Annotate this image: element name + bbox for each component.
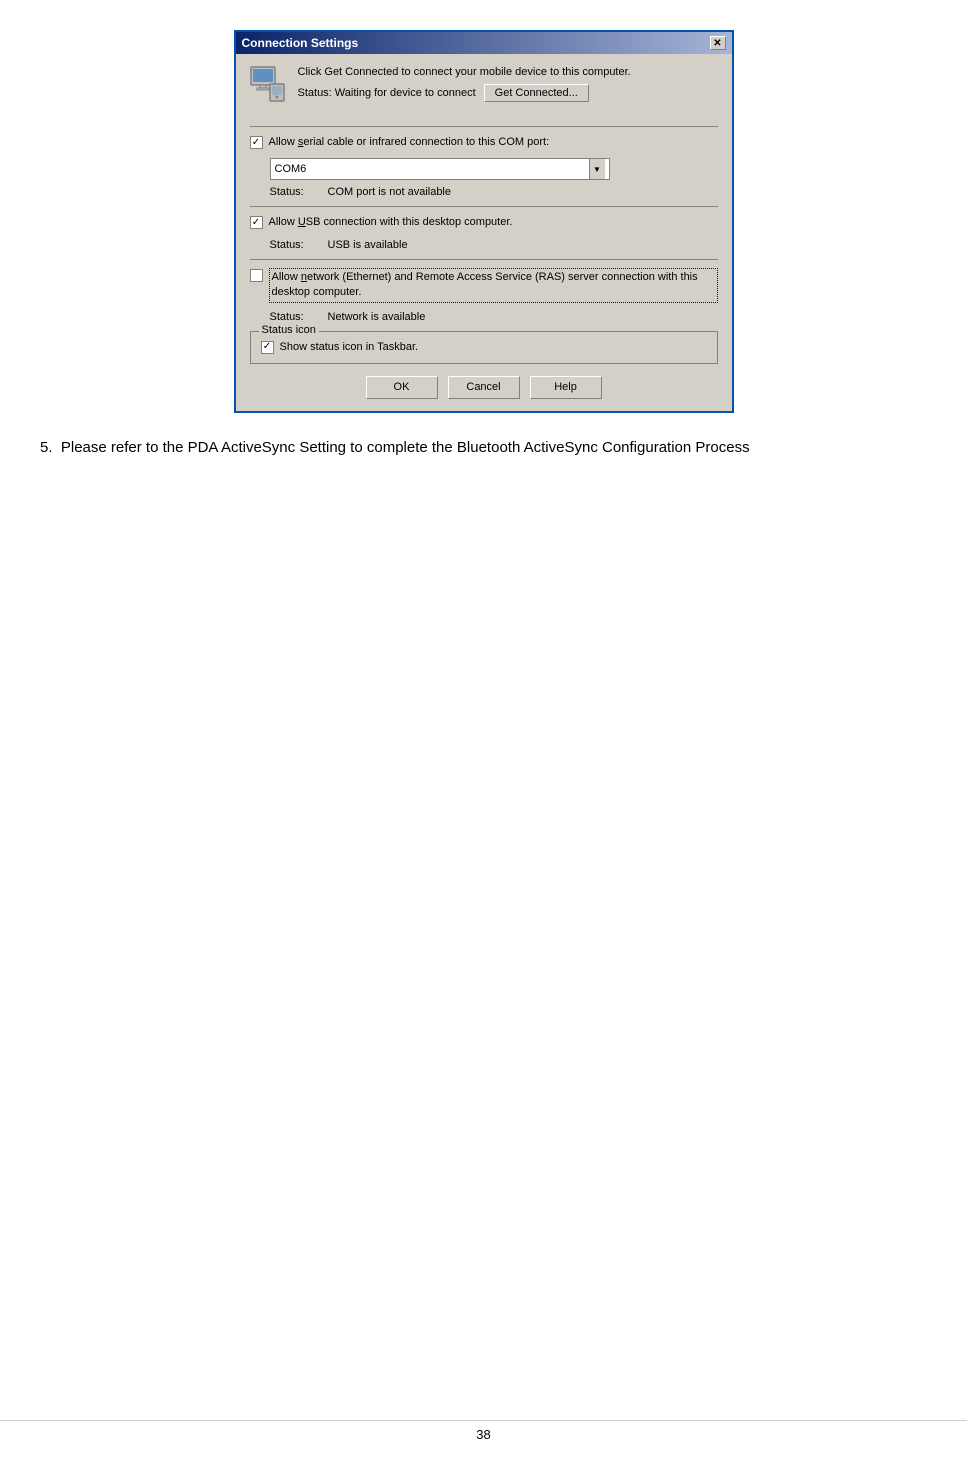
show-status-checkbox-row: Show status icon in Taskbar. — [261, 340, 707, 355]
combo-dropdown-arrow[interactable]: ▼ — [589, 159, 605, 179]
network-indent-section: Status: Network is available — [270, 311, 718, 323]
network-checkbox-label: Allow network (Ethernet) and Remote Acce… — [269, 268, 718, 303]
usb-status-label: Status: — [270, 239, 320, 251]
page-content: Connection Settings ✕ — [0, 0, 967, 499]
status-icon-group: Status icon Show status icon in Taskbar. — [250, 331, 718, 364]
serial-status-row: Status: COM port is not available — [270, 186, 718, 198]
top-description-area: Click Get Connected to connect your mobi… — [298, 66, 718, 106]
show-status-checkbox[interactable] — [261, 341, 274, 354]
usb-checkbox-label: Allow USB connection with this desktop c… — [269, 215, 513, 230]
dialog-close-button[interactable]: ✕ — [710, 36, 726, 50]
usb-indent-section: Status: USB is available — [270, 239, 718, 251]
separator-1 — [250, 126, 718, 127]
serial-checkbox-row: Allow serial cable or infrared connectio… — [250, 135, 718, 150]
dialog-buttons-row: OK Cancel Help — [250, 376, 718, 399]
dialog-titlebar: Connection Settings ✕ — [236, 32, 732, 54]
com-port-value: COM6 — [275, 163, 307, 175]
serial-checkbox[interactable] — [250, 136, 263, 149]
separator-3 — [250, 259, 718, 260]
dialog-wrapper: Connection Settings ✕ — [40, 30, 927, 413]
dialog-title: Connection Settings — [242, 36, 359, 50]
waiting-status-row: Status: Waiting for device to connect Ge… — [298, 84, 718, 102]
device-icon — [250, 66, 286, 102]
usb-checkbox-row: Allow USB connection with this desktop c… — [250, 215, 718, 230]
step-description: Please refer to the PDA ActiveSync Setti… — [61, 439, 750, 456]
top-section: Click Get Connected to connect your mobi… — [250, 66, 718, 116]
network-status-value: Network is available — [328, 311, 426, 323]
network-status-row: Status: Network is available — [270, 311, 718, 323]
network-status-label: Status: — [270, 311, 320, 323]
step-5-text: 5. Please refer to the PDA ActiveSync Se… — [40, 437, 927, 460]
usb-status-row: Status: USB is available — [270, 239, 718, 251]
serial-checkbox-label: Allow serial cable or infrared connectio… — [269, 135, 550, 150]
help-button[interactable]: Help — [530, 376, 602, 399]
get-connected-button[interactable]: Get Connected... — [484, 84, 589, 102]
status-icon-group-label: Status icon — [259, 324, 319, 336]
usb-status-value: USB is available — [328, 239, 408, 251]
page-number: 38 — [476, 1427, 490, 1442]
page-footer: 38 — [0, 1420, 967, 1442]
cancel-button[interactable]: Cancel — [448, 376, 520, 399]
serial-indent-section: COM6 ▼ Status: COM port is not available — [270, 158, 718, 198]
show-status-checkbox-label: Show status icon in Taskbar. — [280, 340, 419, 355]
devices-svg — [250, 66, 286, 102]
network-checkbox-row: Allow network (Ethernet) and Remote Acce… — [250, 268, 718, 303]
usb-checkbox[interactable] — [250, 216, 263, 229]
separator-2 — [250, 206, 718, 207]
serial-status-value: COM port is not available — [328, 186, 452, 198]
network-checkbox[interactable] — [250, 269, 263, 282]
serial-status-label: Status: — [270, 186, 320, 198]
connection-settings-dialog: Connection Settings ✕ — [234, 30, 734, 413]
waiting-status-text: Status: Waiting for device to connect — [298, 87, 476, 99]
description-text: Click Get Connected to connect your mobi… — [298, 66, 718, 78]
com-port-combo[interactable]: COM6 ▼ — [270, 158, 610, 180]
dialog-body: Click Get Connected to connect your mobi… — [236, 54, 732, 411]
ok-button[interactable]: OK — [366, 376, 438, 399]
com-port-combo-row: COM6 ▼ — [270, 158, 718, 180]
step-number: 5. — [40, 439, 53, 456]
